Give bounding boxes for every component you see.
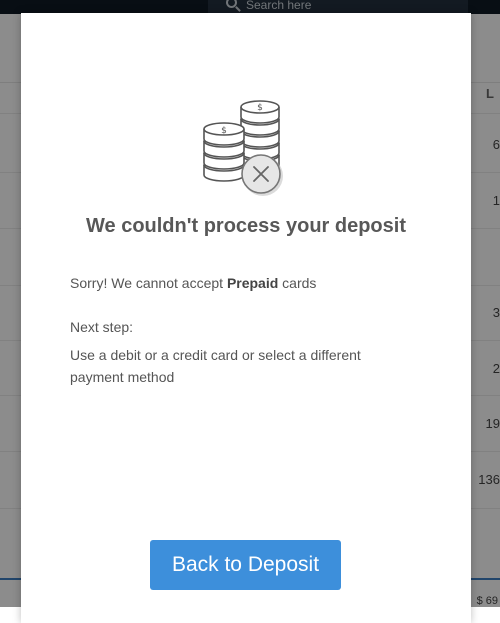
coins-error-icon: $ $ [203,100,283,196]
next-step-description: Use a debit or a credit card or select a… [70,347,361,385]
dialog-title: We couldn't process your deposit [86,215,406,237]
svg-text:$: $ [257,103,263,113]
card-type: Prepaid [226,275,279,291]
back-to-deposit-button[interactable]: Back to Deposit [150,540,341,590]
next-step-label: Next step: [70,319,134,335]
svg-text:$: $ [221,126,227,136]
message-suffix: cards [278,275,317,291]
error-message: Sorry! We cannot accept Prepaid cards [70,272,410,294]
deposit-error-dialog: $ $ We couldn't process your deposit Sor… [21,13,471,623]
message-prefix: Sorry! We cannot accept [70,275,227,291]
